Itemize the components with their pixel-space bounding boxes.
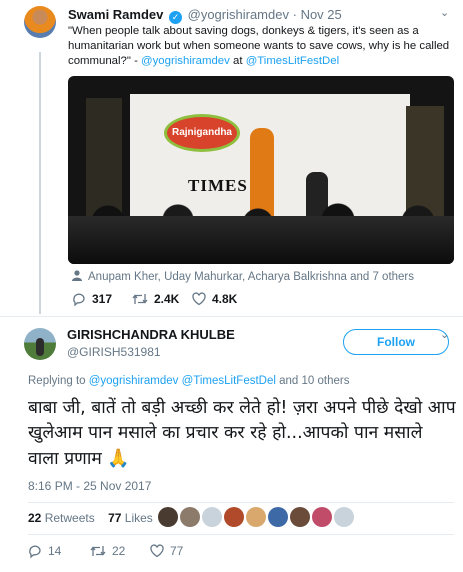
like-action[interactable]: 4.8K [192, 292, 237, 306]
liker-avatar[interactable] [246, 507, 266, 527]
quoted-tweet-header: Swami Ramdev ✓ @yogrishiramdev · Nov 25 [68, 7, 342, 24]
quoted-tweet-text: "When people talk about saving dogs, don… [68, 24, 453, 69]
tagged-people-text: Anupam Kher, Uday Mahurkar, Acharya Balk… [88, 271, 415, 283]
separator: · [292, 7, 297, 22]
audience [68, 216, 454, 264]
reply-action[interactable]: 14 [28, 544, 62, 559]
retweets-count: 22 [28, 511, 42, 525]
mention-link[interactable]: @yogrishiramdev [141, 55, 230, 67]
like-icon [192, 292, 206, 306]
retweet-icon [90, 546, 106, 556]
stage-title: TIMES [188, 176, 248, 195]
divider [28, 534, 454, 535]
tagged-people[interactable]: Anupam Kher, Uday Mahurkar, Acharya Balk… [72, 270, 414, 283]
tweet-body-at: at [229, 55, 246, 67]
likes-count: 77 [108, 511, 122, 525]
tweet-photo[interactable]: Rajnigandha TIMES [68, 76, 454, 264]
liker-avatar[interactable] [224, 507, 244, 527]
author-name[interactable]: Swami Ramdev [68, 7, 163, 22]
sponsor-logo: Rajnigandha [164, 114, 240, 152]
engagement-stats: 22 Retweets 77 Likes [28, 511, 163, 525]
author-handle[interactable]: @GIRISH531981 [67, 345, 161, 359]
replying-to-prefix: Replying to [28, 375, 89, 387]
retweet-action[interactable]: 2.4K [132, 292, 179, 306]
retweets-stat[interactable]: 22 Retweets [28, 511, 95, 525]
verified-icon: ✓ [169, 11, 182, 24]
likes-label: Likes [124, 511, 153, 525]
follow-button[interactable]: Follow [343, 329, 449, 355]
reply-count: 14 [48, 544, 62, 558]
likes-stat[interactable]: 77 Likes [108, 511, 153, 525]
quoted-tweet[interactable]: Swami Ramdev ✓ @yogrishiramdev · Nov 25 … [0, 0, 463, 316]
author-handle[interactable]: @yogrishiramdev [188, 7, 289, 22]
thread-line [39, 52, 41, 314]
liker-avatar[interactable] [268, 507, 288, 527]
reply-action[interactable]: 317 [72, 292, 113, 307]
avatar-swami-ramdev[interactable] [24, 6, 56, 38]
avatar-girishchandra[interactable] [24, 328, 56, 360]
author-name[interactable]: GIRISHCHANDRA KHULBE [67, 327, 235, 342]
chevron-down-icon[interactable]: ⌄ [440, 6, 449, 19]
replying-to: Replying to @yogrishiramdev @TimesLitFes… [28, 375, 349, 387]
like-count: 4.8K [212, 292, 238, 306]
liker-avatar[interactable] [180, 507, 200, 527]
reply-tweet-text: बाबा जी, बातें तो बड़ी अच्छी कर लेते हो!… [28, 396, 458, 472]
like-icon [150, 544, 164, 558]
retweet-count: 2.4K [154, 292, 180, 306]
liker-avatar[interactable] [158, 507, 178, 527]
retweet-icon [132, 294, 148, 304]
divider [28, 502, 454, 503]
reply-icon [73, 293, 85, 307]
retweet-count: 22 [112, 544, 126, 558]
replying-to-user2[interactable]: @TimesLitFestDel [182, 375, 276, 387]
liker-avatar[interactable] [202, 507, 222, 527]
retweets-label: Retweets [44, 511, 95, 525]
divider [0, 316, 463, 317]
tag-person-icon [72, 270, 82, 281]
liker-avatar[interactable] [290, 507, 310, 527]
chevron-down-icon[interactable]: ⌄ [440, 328, 449, 341]
tweet-body: बाबा जी, बातें तो बड़ी अच्छी कर लेते हो!… [28, 398, 456, 469]
replying-to-suffix[interactable]: and 10 others [276, 375, 349, 387]
liker-avatar[interactable] [334, 507, 354, 527]
reply-icon [29, 545, 41, 559]
reply-count: 317 [92, 292, 113, 306]
tweet-date[interactable]: Nov 25 [301, 7, 342, 22]
venue-mention-link[interactable]: @TimesLitFestDel [246, 55, 339, 67]
like-action[interactable]: 77 [150, 544, 183, 558]
retweet-action[interactable]: 22 [90, 544, 125, 558]
like-count: 77 [170, 544, 184, 558]
pray-emoji: 🙏 [107, 448, 130, 469]
tweet-timestamp[interactable]: 8:16 PM - 25 Nov 2017 [28, 479, 151, 493]
replying-to-user1[interactable]: @yogrishiramdev [89, 375, 179, 387]
liker-avatar[interactable] [312, 507, 332, 527]
